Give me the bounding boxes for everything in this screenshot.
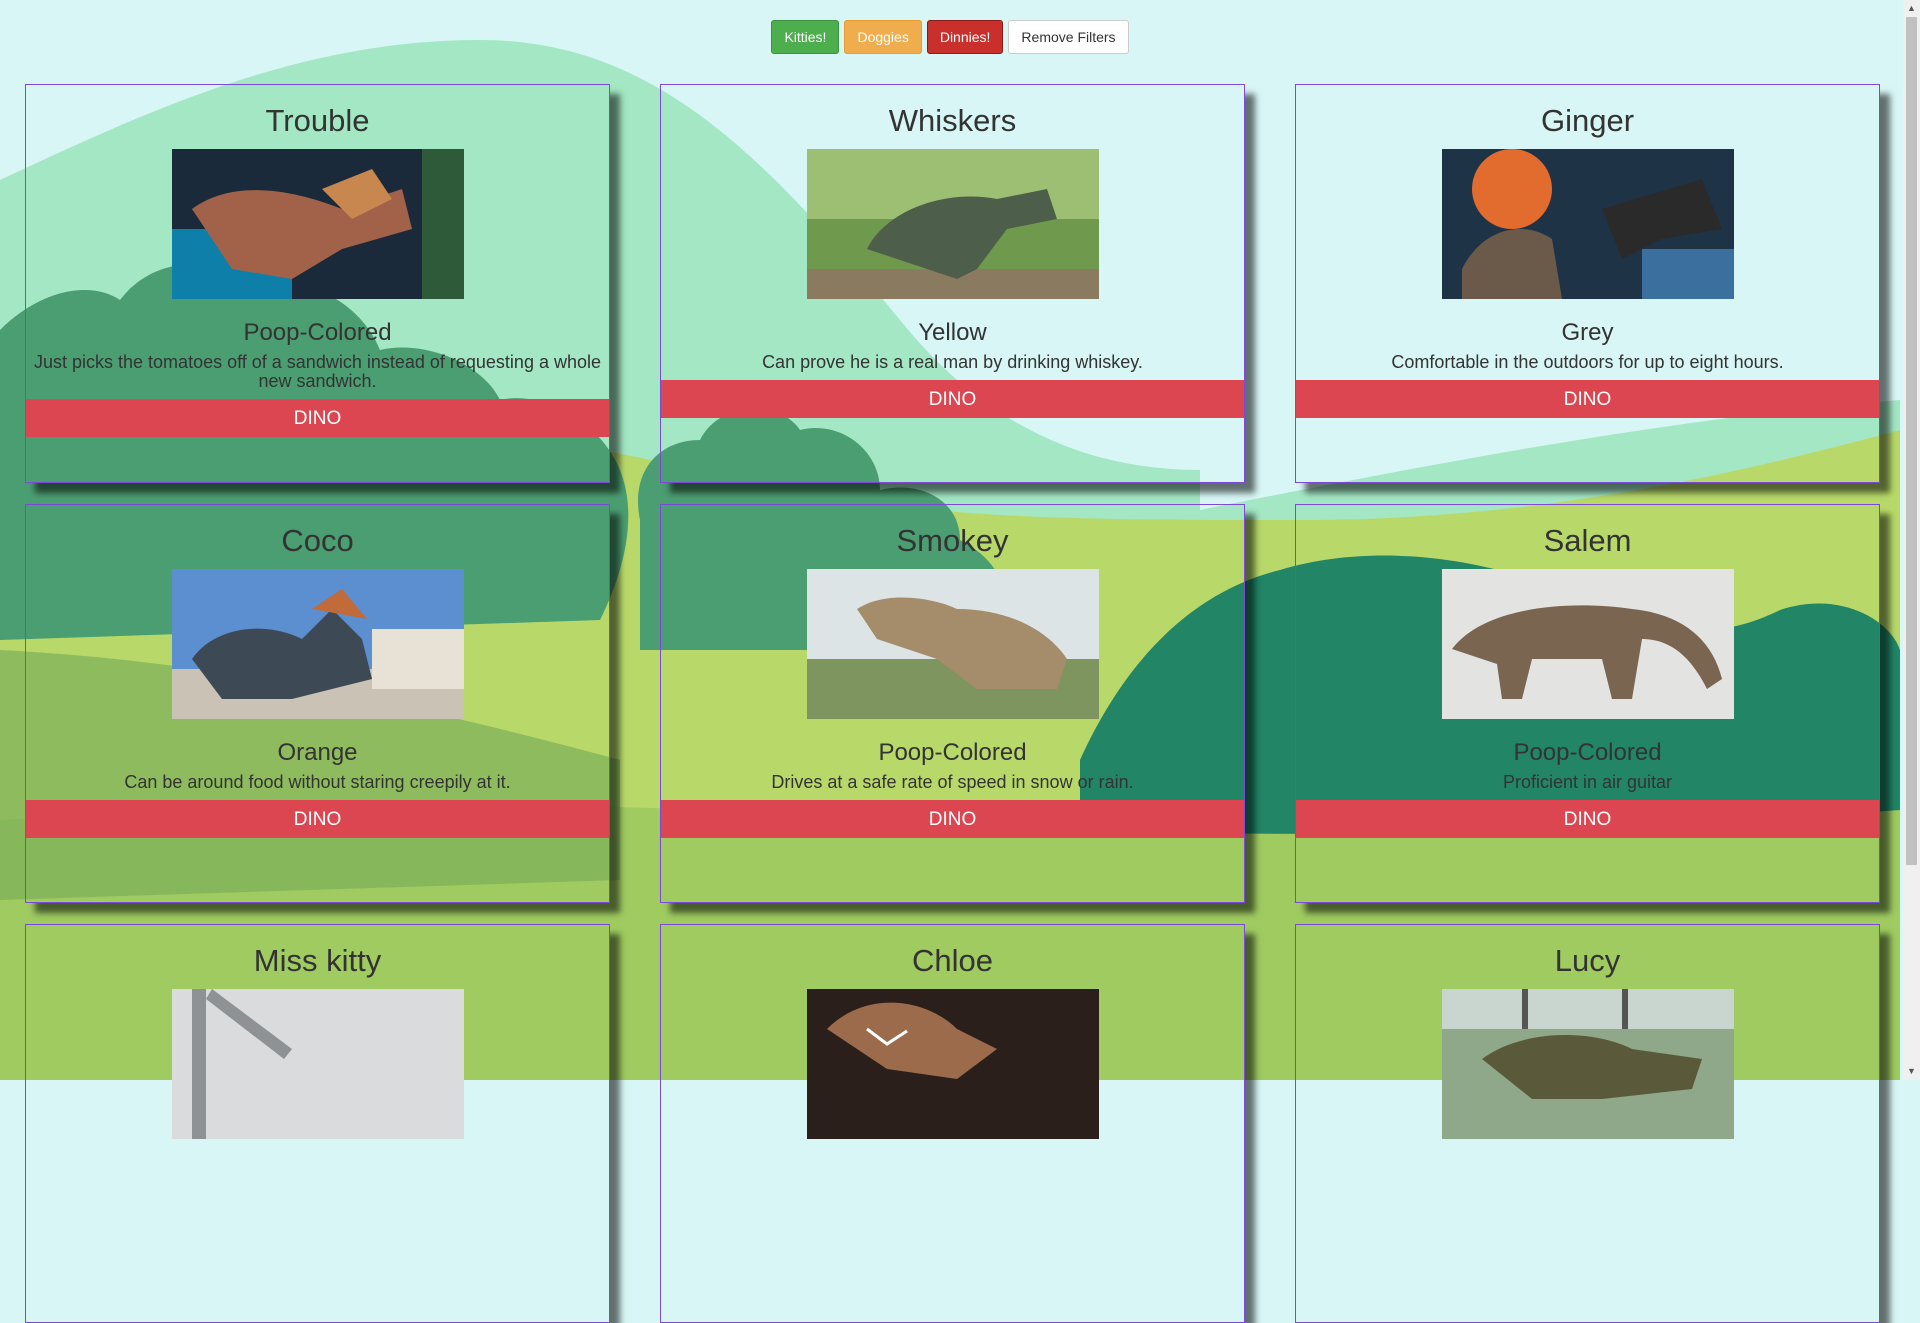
dinosaur-photo [806,989,1099,1139]
pet-color: Grey [1561,319,1614,346]
dinosaur-photo [1441,149,1734,299]
pet-card: Miss kitty [25,924,610,1323]
pet-color: Yellow [918,319,987,346]
vertical-scrollbar[interactable]: ▲ ▼ [1903,0,1920,1080]
pet-color: Poop-Colored [1513,739,1662,766]
pet-card: Trouble Poop-Colored Just picks the toma… [25,84,610,483]
pet-name: Ginger [1540,103,1635,138]
pet-card: Ginger Grey Comfortable in the outdoors … [1295,84,1880,483]
pet-color: Poop-Colored [878,739,1027,766]
dinnies-filter-button[interactable]: Dinnies! [926,20,1004,54]
pet-name: Miss kitty [253,943,382,978]
dinosaur-photo [171,149,464,299]
pet-type-button[interactable]: DINO [661,800,1244,838]
pet-name: Chloe [912,943,993,978]
scroll-up-icon[interactable]: ▲ [1903,0,1920,17]
filter-bar: Kitties! Doggies Dinnies! Remove Filters [0,20,1900,54]
pet-photo [171,989,464,1139]
pet-type-button[interactable]: DINO [26,399,609,437]
pet-name: Coco [281,523,354,558]
pet-name: Salem [1543,523,1632,558]
dinosaur-photo [171,569,464,719]
dinosaur-photo [806,569,1099,719]
scroll-down-icon[interactable]: ▼ [1903,1063,1920,1080]
pet-card: Whiskers Yellow Can prove he is a real m… [660,84,1245,483]
pet-card: Salem Poop-Colored Proficient in air gui… [1295,504,1880,903]
pet-description: Just picks the tomatoes off of a sandwic… [34,352,601,391]
pet-color: Poop-Colored [243,319,392,346]
pet-color: Orange [277,739,358,766]
pet-card: Smokey Poop-Colored Drives at a safe rat… [660,504,1245,903]
scrollbar-thumb[interactable] [1906,17,1917,865]
pet-description: Can prove he is a real man by drinking w… [762,352,1143,372]
pet-card: Lucy [1295,924,1880,1323]
pet-name: Whiskers [888,103,1017,138]
dinosaur-photo [1441,569,1734,719]
pet-type-button[interactable]: DINO [26,800,609,838]
dinosaur-photo [806,149,1099,299]
kitties-filter-button[interactable]: Kitties! [771,20,840,54]
pet-card: Chloe [660,924,1245,1323]
pet-type-button[interactable]: DINO [1296,800,1879,838]
pet-description: Can be around food without staring creep… [124,772,511,792]
pet-card: Coco Orange Can be around food without s… [25,504,610,903]
pet-card-grid: Trouble Poop-Colored Just picks the toma… [25,84,1880,1323]
doggies-filter-button[interactable]: Doggies [844,20,922,54]
pet-name: Smokey [896,523,1009,558]
remove-filters-button[interactable]: Remove Filters [1008,20,1129,54]
pet-type-button[interactable]: DINO [1296,380,1879,418]
pet-name: Lucy [1554,943,1621,978]
dinosaur-photo [1441,989,1734,1139]
pet-description: Drives at a safe rate of speed in snow o… [771,772,1134,792]
pet-type-button[interactable]: DINO [661,380,1244,418]
pet-name: Trouble [265,103,370,138]
pet-description: Comfortable in the outdoors for up to ei… [1391,352,1784,372]
pet-description: Proficient in air guitar [1502,772,1673,792]
